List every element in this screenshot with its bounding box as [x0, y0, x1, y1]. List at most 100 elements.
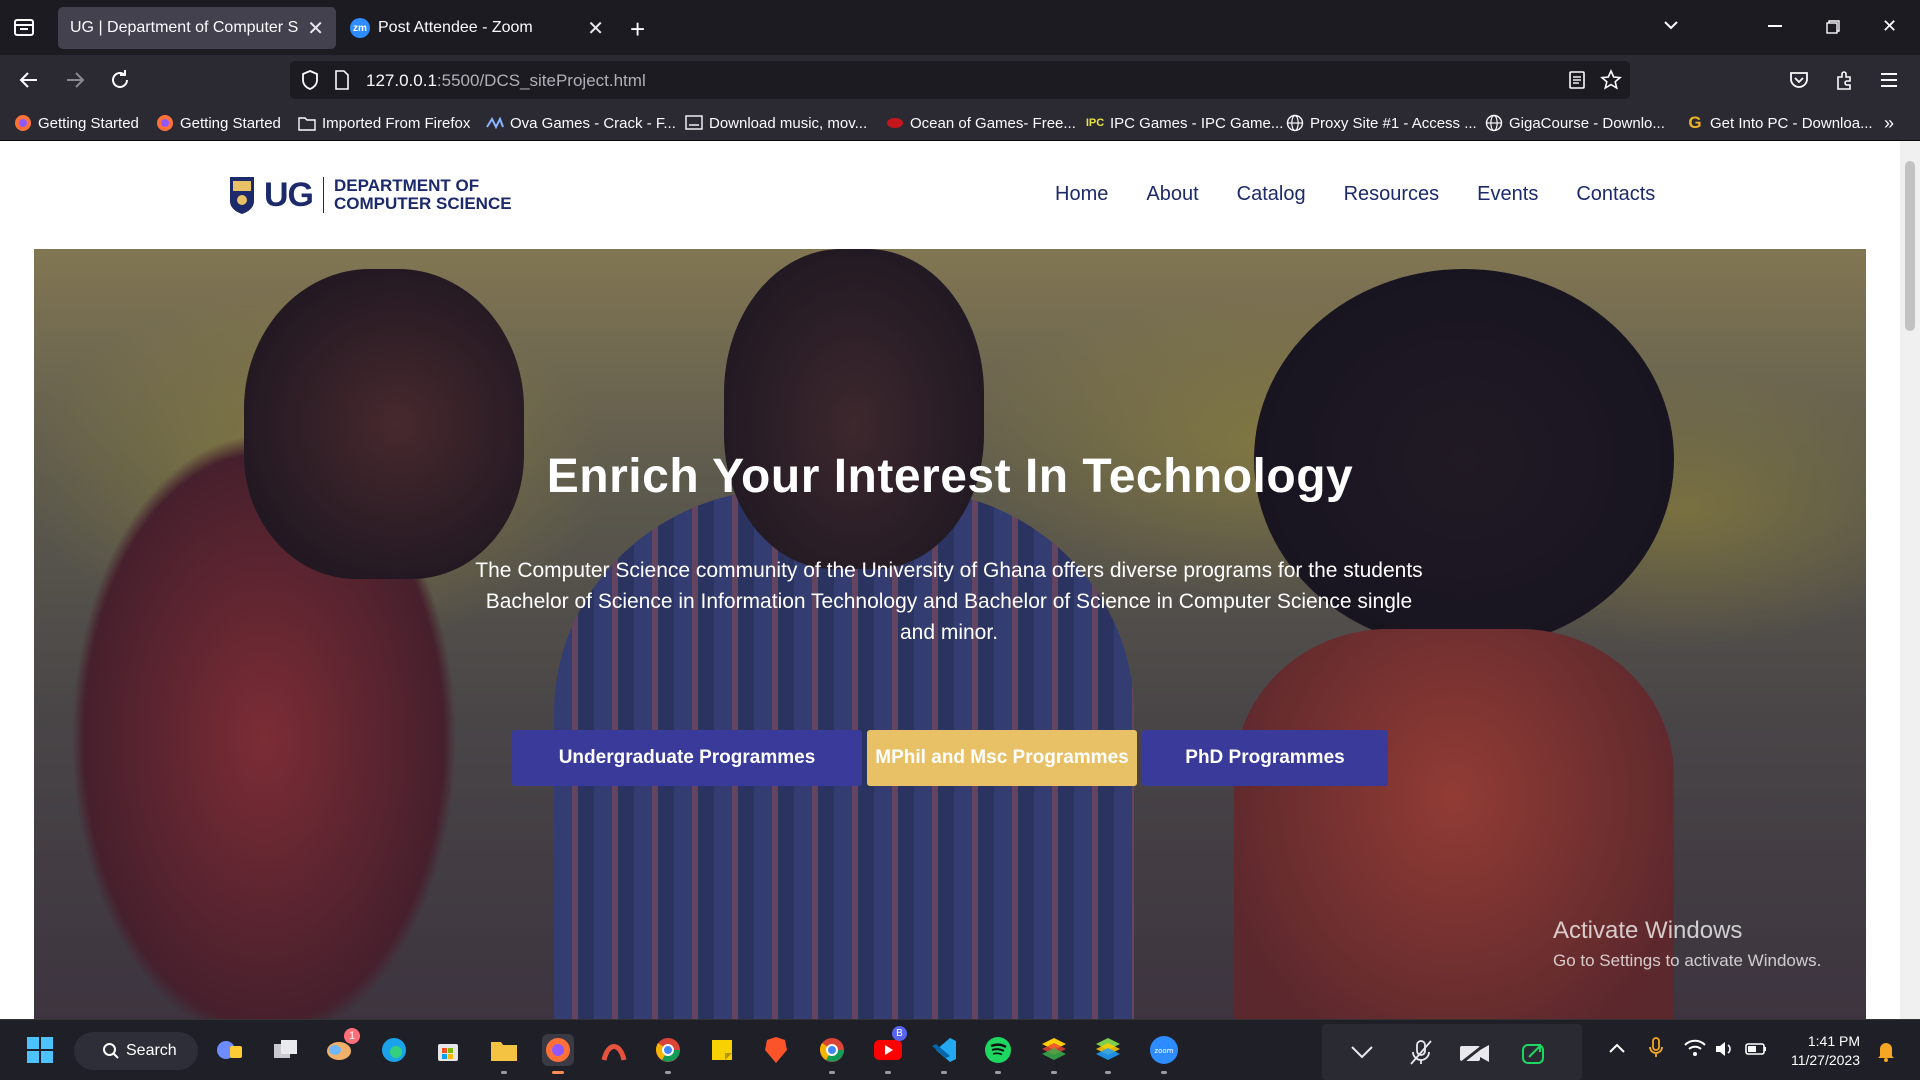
nav-catalog[interactable]: Catalog	[1237, 183, 1306, 206]
close-tab-icon[interactable]: ✕	[307, 16, 324, 41]
site-logo[interactable]: UG DEPARTMENT OF COMPUTER SCIENCE	[228, 173, 512, 217]
logo-line-1: DEPARTMENT OF	[334, 176, 480, 195]
crest-icon	[228, 175, 256, 215]
url-path: :5500/DCS_siteProject.html	[436, 71, 646, 90]
clock-time: 1:41 PM	[1807, 1033, 1860, 1049]
pocket-icon[interactable]	[1782, 63, 1816, 97]
svg-text:zoom: zoom	[1154, 1047, 1173, 1055]
extensions-icon[interactable]	[1828, 63, 1862, 97]
nav-about[interactable]: About	[1146, 183, 1198, 206]
ipc-icon: IPC	[1085, 117, 1105, 129]
zoom-icon: zm	[350, 18, 370, 38]
profile-badge: B	[892, 1026, 907, 1041]
restore-icon[interactable]	[1826, 20, 1840, 34]
bookmarks-toolbar: Getting Started Getting Started Imported…	[0, 105, 1920, 141]
shield-icon[interactable]	[300, 69, 320, 91]
volume-icon[interactable]	[1714, 1040, 1734, 1058]
back-icon[interactable]	[12, 63, 46, 97]
task-view-icon[interactable]	[270, 1034, 302, 1066]
bookmark-ova-games[interactable]: Ova Games - Crack - F...	[486, 113, 676, 133]
address-bar[interactable]: 127.0.0.1:5500/DCS_siteProject.html	[290, 61, 1630, 99]
chrome-profile-icon[interactable]	[816, 1034, 848, 1074]
battery-icon[interactable]	[1744, 1040, 1768, 1058]
bookmark-getting-started-2[interactable]: Getting Started	[156, 113, 281, 133]
undergraduate-programmes-button[interactable]: Undergraduate Programmes	[512, 730, 862, 786]
globe-icon	[1485, 114, 1503, 132]
windows-start-icon[interactable]	[24, 1034, 56, 1066]
tab-overview-icon[interactable]	[12, 16, 36, 38]
clock-date: 11/27/2023	[1790, 1052, 1860, 1068]
minimize-icon[interactable]	[1768, 25, 1782, 27]
menu-icon[interactable]	[1872, 63, 1906, 97]
mphil-msc-programmes-button[interactable]: MPhil and Msc Programmes	[867, 730, 1137, 786]
new-tab-icon[interactable]: +	[630, 14, 645, 45]
bookmark-getting-started-1[interactable]: Getting Started	[14, 113, 139, 133]
zoom-meeting-controls	[1322, 1024, 1582, 1080]
notification-bell-icon[interactable]	[1876, 1040, 1896, 1062]
bookmark-imported-folder[interactable]: Imported From Firefox	[298, 113, 470, 133]
forward-icon[interactable]	[58, 63, 92, 97]
reader-view-icon[interactable]	[1568, 70, 1586, 90]
reload-icon[interactable]	[103, 63, 137, 97]
windows-taskbar: Search 1 B zoom 1:41 PM 11/27/2023	[0, 1019, 1920, 1080]
youtube-icon[interactable]: B	[872, 1026, 907, 1074]
download-icon	[685, 114, 703, 132]
logo-divider	[323, 177, 324, 213]
microphone-icon[interactable]	[1648, 1036, 1664, 1060]
bookmark-proxy-site[interactable]: Proxy Site #1 - Access ...	[1286, 113, 1477, 133]
taskbar-clock[interactable]: 1:41 PM 11/27/2023	[1790, 1032, 1860, 1070]
bluestacks-x-icon[interactable]	[1092, 1034, 1124, 1074]
phd-programmes-button[interactable]: PhD Programmes	[1142, 730, 1388, 786]
more-bookmarks-chevron-icon[interactable]: »	[1884, 113, 1894, 134]
nav-resources[interactable]: Resources	[1344, 183, 1440, 206]
globe-icon	[1286, 114, 1304, 132]
bookmark-ipc-games[interactable]: IPC IPC Games - IPC Game...	[1085, 113, 1284, 133]
tab-ug-department[interactable]: UG | Department of Computer Scien ✕	[58, 7, 336, 49]
logo-line-2: COMPUTER SCIENCE	[334, 194, 512, 213]
close-window-icon[interactable]: ✕	[1882, 16, 1897, 37]
file-explorer-icon[interactable]	[488, 1034, 520, 1074]
bookmark-download-music[interactable]: Download music, mov...	[685, 113, 867, 133]
chevron-down-icon[interactable]	[1350, 1044, 1374, 1060]
tab-zoom[interactable]: zm Post Attendee - Zoom ✕	[338, 7, 616, 49]
nav-home[interactable]: Home	[1055, 183, 1108, 206]
tray-chevron-up-icon[interactable]	[1608, 1042, 1626, 1054]
microsoft-store-icon[interactable]	[432, 1034, 464, 1066]
chat-icon[interactable]: 1	[324, 1028, 360, 1066]
video-off-icon[interactable]	[1458, 1040, 1492, 1066]
bookmark-star-icon[interactable]	[1600, 69, 1622, 91]
notification-badge: 1	[344, 1028, 360, 1044]
spotify-icon[interactable]	[982, 1034, 1014, 1074]
mic-muted-icon[interactable]	[1408, 1038, 1434, 1066]
app-ribbon-icon[interactable]	[598, 1034, 630, 1066]
ocean-icon	[886, 114, 904, 132]
page-icon[interactable]	[334, 70, 350, 90]
bookmark-ocean-of-games[interactable]: Ocean of Games- Free...	[886, 113, 1076, 133]
list-tabs-chevron-icon[interactable]	[1662, 16, 1680, 34]
page-scrollbar[interactable]	[1900, 141, 1920, 1019]
widgets-icon[interactable]	[214, 1034, 246, 1066]
search-icon	[102, 1042, 120, 1060]
bookmark-label: Getting Started	[180, 114, 281, 132]
url-text[interactable]: 127.0.0.1:5500/DCS_siteProject.html	[366, 71, 646, 91]
browser-toolbar: 127.0.0.1:5500/DCS_siteProject.html	[0, 55, 1920, 105]
edge-icon[interactable]	[378, 1034, 410, 1066]
close-tab-icon[interactable]: ✕	[587, 16, 604, 41]
vscode-icon[interactable]	[928, 1034, 960, 1074]
sticky-notes-icon[interactable]	[706, 1034, 738, 1066]
bookmark-gigacourse[interactable]: GigaCourse - Downlo...	[1485, 113, 1665, 133]
chrome-icon[interactable]	[652, 1034, 684, 1074]
site-header: UG DEPARTMENT OF COMPUTER SCIENCE Home A…	[0, 141, 1900, 249]
taskbar-search-button[interactable]: Search	[74, 1032, 198, 1070]
nav-events[interactable]: Events	[1477, 183, 1538, 206]
bluestacks-icon[interactable]	[1038, 1034, 1070, 1074]
firefox-taskbar-icon[interactable]	[542, 1034, 574, 1074]
brave-icon[interactable]	[760, 1034, 792, 1066]
nav-contacts[interactable]: Contacts	[1576, 183, 1655, 206]
zoom-taskbar-icon[interactable]: zoom	[1148, 1034, 1180, 1074]
tab-title: UG | Department of Computer Scien	[70, 19, 299, 36]
wifi-icon[interactable]	[1684, 1038, 1706, 1058]
bookmark-get-into-pc[interactable]: G Get Into PC - Downloa...	[1686, 113, 1872, 133]
scrollbar-thumb[interactable]	[1905, 161, 1915, 331]
share-screen-icon[interactable]	[1520, 1040, 1546, 1066]
